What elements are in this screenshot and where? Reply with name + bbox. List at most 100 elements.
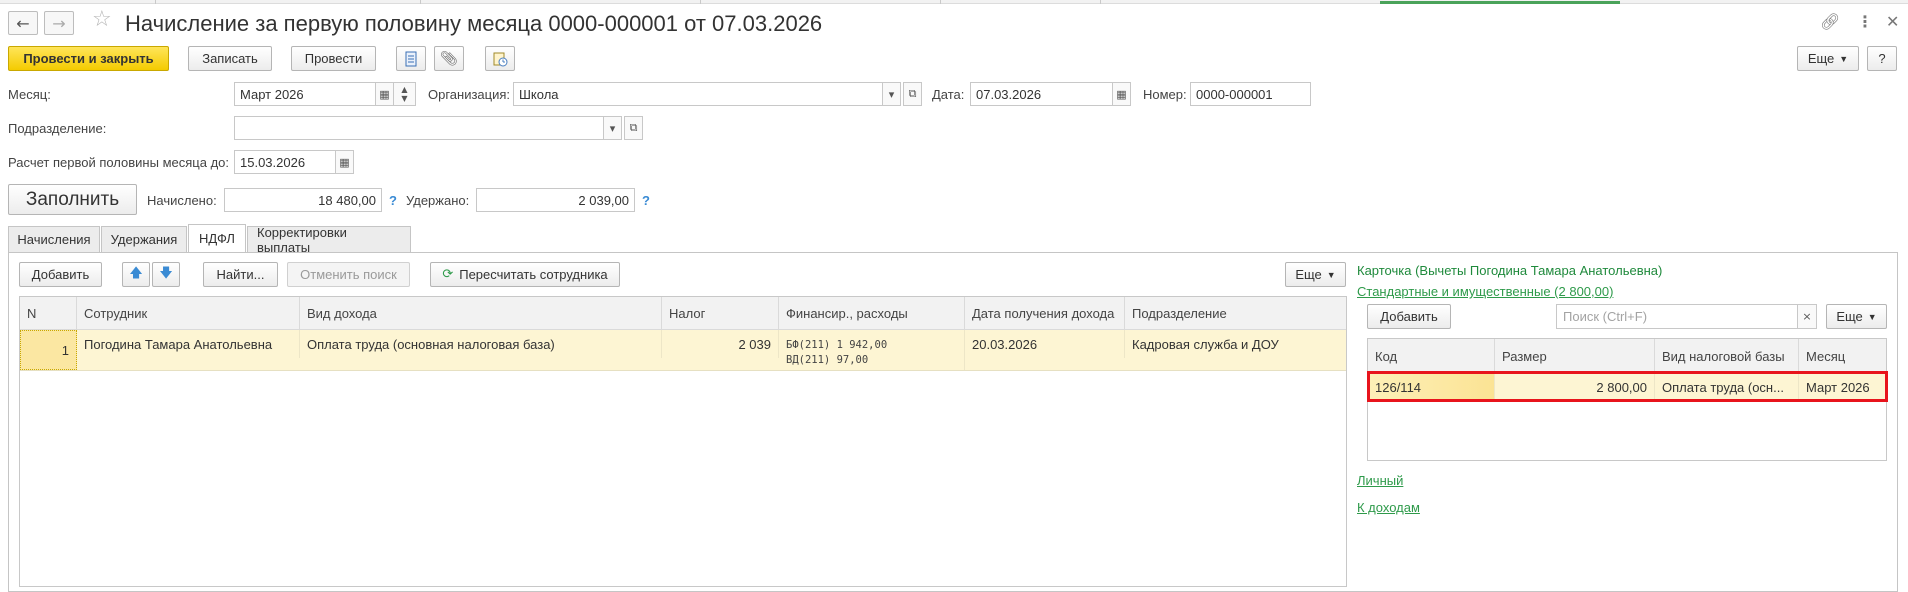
table-row[interactable]: 1 Погодина Тамара Анатольевна Оплата тру… — [20, 330, 1346, 371]
accrued-label: Начислено: — [147, 193, 217, 208]
calendar-icon: ▦ — [339, 155, 350, 169]
col-code[interactable]: Код — [1368, 339, 1495, 373]
date-field[interactable]: 07.03.2026 — [970, 82, 1113, 106]
ndfl-more-button[interactable]: Еще ▼ — [1285, 262, 1346, 287]
caret-down-icon: ▾ — [888, 87, 895, 101]
date-calendar-button[interactable]: ▦ — [1112, 82, 1131, 106]
month-stepper[interactable]: ▲ ▼ — [393, 82, 416, 106]
card-title: Карточка (Вычеты Погодина Тамара Анатоль… — [1357, 263, 1663, 278]
division-open-button[interactable]: ⧉ — [624, 116, 643, 140]
move-up-button[interactable]: 🡅 — [122, 262, 150, 287]
refresh-icon: ⟳ — [442, 267, 454, 282]
caret-down-icon: ▼ — [1839, 53, 1849, 64]
org-label: Организация: — [428, 87, 511, 102]
page-title: Начисление за первую половину месяца 000… — [125, 11, 823, 36]
card-add-button[interactable]: Добавить — [1367, 304, 1451, 329]
ndfl-table: N Сотрудник Вид дохода Налог Финансир., … — [19, 296, 1347, 587]
month-calendar-button[interactable]: ▦ — [375, 82, 394, 106]
highlight-frame — [1367, 371, 1888, 402]
cell-tax[interactable]: 2 039 — [662, 330, 779, 358]
caret-down-icon: ▼ — [1867, 311, 1877, 322]
save-button[interactable]: Записать — [188, 46, 272, 71]
calc-until-field[interactable]: 15.03.2026 — [234, 150, 336, 174]
personal-link[interactable]: Личный — [1357, 473, 1403, 488]
card-search-input[interactable]: Поиск (Ctrl+F) — [1556, 304, 1798, 329]
attach-button[interactable]: 📎︎ — [434, 46, 464, 71]
col-n[interactable]: N — [20, 297, 77, 330]
col-tax[interactable]: Налог — [662, 297, 779, 330]
ndfl-add-button[interactable]: Добавить — [19, 262, 102, 287]
cell-income-date[interactable]: 20.03.2026 — [965, 330, 1125, 358]
recalc-employee-button[interactable]: ⟳ Пересчитать сотрудника — [430, 262, 620, 287]
arrow-down-icon: 🡇 — [159, 265, 173, 281]
help-button[interactable]: ? — [1867, 46, 1897, 71]
accrued-field[interactable]: 18 480,00 — [224, 188, 382, 212]
col-income-type[interactable]: Вид дохода — [300, 297, 662, 330]
more-label: Еще — [1807, 51, 1835, 66]
find-button[interactable]: Найти... — [203, 262, 278, 287]
move-down-button[interactable]: 🡇 — [152, 262, 180, 287]
post-and-close-button[interactable]: Провести и закрыть — [8, 46, 169, 71]
month-field[interactable]: Март 2026 — [234, 82, 376, 106]
col-amount[interactable]: Размер — [1495, 339, 1655, 373]
open-window-icon: ⧉ — [629, 121, 638, 134]
link-icon[interactable]: 🔗︎ — [1820, 12, 1840, 31]
print-button[interactable] — [485, 46, 515, 71]
cell-division[interactable]: Кадровая служба и ДОУ — [1125, 330, 1346, 358]
caret-down-icon: ▼ — [1326, 269, 1336, 280]
tab-accruals[interactable]: Начисления — [8, 226, 100, 252]
cell-financing[interactable]: БФ(211) 1 942,00 ВД(211) 97,00 — [779, 330, 965, 370]
tab-deductions[interactable]: Удержания — [101, 226, 187, 252]
back-button[interactable]: ← — [8, 11, 38, 35]
table-header: Код Размер Вид налоговой базы Месяц — [1368, 339, 1886, 373]
post-button[interactable]: Провести — [291, 46, 376, 71]
tab-payment-corrections[interactable]: Корректировки выплаты — [247, 225, 411, 255]
cell-n[interactable]: 1 — [20, 330, 77, 370]
calc-until-calendar-button[interactable]: ▦ — [335, 150, 354, 174]
division-field[interactable] — [234, 116, 604, 140]
favorite-star-icon[interactable]: ☆ — [92, 7, 112, 32]
document-list-icon — [405, 51, 417, 66]
col-month[interactable]: Месяц — [1799, 339, 1886, 373]
col-division[interactable]: Подразделение — [1125, 297, 1346, 330]
print-clock-icon — [493, 52, 508, 66]
financing-line-1: БФ(211) 1 942,00 — [786, 338, 888, 351]
report-button[interactable] — [396, 46, 426, 71]
standard-deductions-link[interactable]: Стандартные и имущественные (2 800,00) — [1357, 284, 1613, 299]
forward-button[interactable]: → — [44, 11, 74, 35]
division-label: Подразделение: — [8, 121, 107, 136]
cell-income-type[interactable]: Оплата труда (основная налоговая база) — [300, 330, 662, 358]
to-income-link[interactable]: К доходам — [1357, 500, 1420, 515]
card-more-button[interactable]: Еще ▼ — [1826, 304, 1887, 329]
close-icon[interactable]: ✕ — [1886, 12, 1899, 31]
open-window-icon: ⧉ — [908, 87, 917, 100]
number-field[interactable]: 0000-000001 — [1190, 82, 1311, 106]
arrow-up-icon: 🡅 — [129, 265, 143, 281]
fill-button[interactable]: Заполнить — [8, 184, 137, 215]
number-label: Номер: — [1143, 87, 1187, 102]
financing-line-2: ВД(211) 97,00 — [786, 353, 869, 366]
recalc-label: Пересчитать сотрудника — [459, 267, 608, 282]
tab-ndfl[interactable]: НДФЛ — [188, 224, 246, 252]
more-vertical-icon[interactable]: ⋮ — [1857, 12, 1873, 31]
org-dropdown-button[interactable]: ▾ — [882, 82, 901, 106]
col-tax-base[interactable]: Вид налоговой базы — [1655, 339, 1799, 373]
paperclip-icon: 📎︎ — [440, 50, 458, 67]
stepper-down-icon: ▼ — [401, 94, 408, 103]
date-label: Дата: — [932, 87, 965, 102]
withheld-help-icon[interactable]: ? — [642, 193, 650, 208]
col-income-date[interactable]: Дата получения дохода — [965, 297, 1125, 330]
org-open-button[interactable]: ⧉ — [903, 82, 922, 106]
cancel-search-button[interactable]: Отменить поиск — [287, 262, 410, 287]
withheld-field[interactable]: 2 039,00 — [476, 188, 635, 212]
division-dropdown-button[interactable]: ▾ — [603, 116, 622, 140]
accrued-help-icon[interactable]: ? — [389, 193, 397, 208]
col-employee[interactable]: Сотрудник — [77, 297, 300, 330]
search-clear-button[interactable]: × — [1797, 304, 1817, 329]
top-strip — [0, 0, 1908, 4]
col-financing[interactable]: Финансир., расходы — [779, 297, 965, 330]
cell-employee[interactable]: Погодина Тамара Анатольевна — [77, 330, 300, 358]
arrow-right-icon: → — [52, 13, 66, 33]
more-button[interactable]: Еще ▼ — [1797, 46, 1859, 71]
org-field[interactable]: Школа — [513, 82, 883, 106]
